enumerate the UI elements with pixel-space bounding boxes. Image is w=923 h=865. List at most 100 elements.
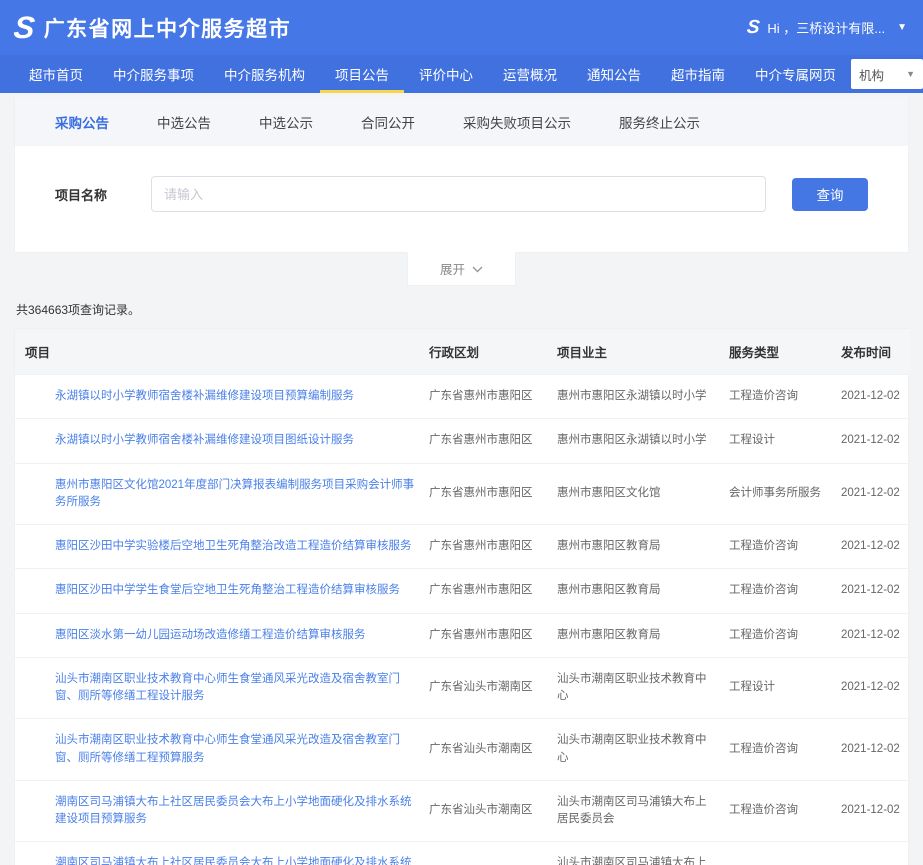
region-cell: 广东省汕头市潮南区 <box>419 719 547 781</box>
page: S 广东省网上中介服务超市 S Hi ，三桥设计有限... ▼ 超市首页 中介服… <box>0 0 923 865</box>
query-button[interactable]: 查询 <box>792 178 868 211</box>
project-link[interactable]: 永湖镇以时小学教师宿舍楼补漏维修建设项目图纸设计服务 <box>55 434 354 446</box>
project-link[interactable]: 潮南区司马浦镇大布上社区居民委员会大布上小学地面硬化及排水系统建设项目预算服务 <box>55 796 412 825</box>
nav-item[interactable]: 超市首页 <box>14 55 98 93</box>
header: S 广东省网上中介服务超市 S Hi ，三桥设计有限... ▼ <box>0 0 923 55</box>
tab-strip: 采购公告 中选公告 中选公示 合同公开 采购失败项目公示 <box>15 97 908 146</box>
main-nav: 超市首页 中介服务事项 中介服务机构 项目公告 评价中心 <box>0 55 923 93</box>
service-type-cell: 工程造价咨询 <box>719 569 831 613</box>
project-cell: 潮南区司马浦镇大布上社区居民委员会大布上小学地面硬化及排水系统建设项目施工图纸设… <box>15 842 419 865</box>
publish-date-cell: 2021-12-02 <box>831 780 910 842</box>
table-row: 惠州市惠阳区文化馆2021年度部门决算报表编制服务项目采购会计师事务所服务 广东… <box>15 463 910 525</box>
nav-item[interactable]: 项目公告 <box>320 55 404 93</box>
owner-cell: 惠州市惠阳区永湖镇以时小学 <box>547 375 719 419</box>
owner-cell: 惠州市惠阳区永湖镇以时小学 <box>547 419 719 463</box>
nav-item-label: 超市指南 <box>671 64 725 84</box>
tab-label: 服务终止公示 <box>619 116 700 131</box>
owner-cell: 惠州市惠阳区教育局 <box>547 569 719 613</box>
tab-label: 中选公告 <box>157 116 211 131</box>
project-link[interactable]: 惠阳区沙田中学学生食堂后空地卫生死角整治工程造价结算审核服务 <box>55 584 400 596</box>
project-link[interactable]: 潮南区司马浦镇大布上社区居民委员会大布上小学地面硬化及排水系统建设项目施工图纸设… <box>55 857 412 865</box>
project-link[interactable]: 汕头市潮南区职业技术教育中心师生食堂通风采光改造及宿舍教室门窗、厕所等修缮工程设… <box>55 673 400 702</box>
header-search: 机构 ▼ <box>851 55 923 93</box>
tab[interactable]: 中选公告 <box>133 97 235 146</box>
owner-cell: 惠州市惠阳区教育局 <box>547 525 719 569</box>
project-link[interactable]: 惠阳区沙田中学实验楼后空地卫生死角整治改造工程造价结算审核服务 <box>55 540 412 552</box>
owner-cell: 惠州市惠阳区文化馆 <box>547 463 719 525</box>
table-row: 潮南区司马浦镇大布上社区居民委员会大布上小学地面硬化及排水系统建设项目预算服务 … <box>15 780 910 842</box>
tab[interactable]: 采购失败项目公示 <box>439 97 595 146</box>
search-category-value: 机构 <box>859 65 884 84</box>
region-cell: 广东省汕头市潮南区 <box>419 657 547 719</box>
nav-item-label: 中介服务机构 <box>224 64 305 84</box>
search-category-select[interactable]: 机构 ▼ <box>851 59 923 89</box>
site-title: 广东省网上中介服务超市 <box>44 13 292 43</box>
nav-item[interactable]: 运营概况 <box>488 55 572 93</box>
user-name: Hi ，三桥设计有限... <box>767 18 885 37</box>
filter-panel: 采购公告 中选公告 中选公示 合同公开 采购失败项目公示 <box>14 97 909 253</box>
project-cell: 永湖镇以时小学教师宿舍楼补漏维修建设项目图纸设计服务 <box>15 419 419 463</box>
user-logo-icon: S <box>746 18 761 37</box>
owner-cell: 汕头市潮南区职业技术教育中心 <box>547 657 719 719</box>
project-link[interactable]: 汕头市潮南区职业技术教育中心师生食堂通风采光改造及宿舍教室门窗、厕所等修缮工程预… <box>55 734 400 763</box>
tab[interactable]: 服务终止公示 <box>595 97 724 146</box>
owner-cell: 汕头市潮南区司马浦镇大布上居民委员会 <box>547 842 719 865</box>
region-cell: 广东省惠州市惠阳区 <box>419 569 547 613</box>
service-type-cell: 工程造价咨询 <box>719 719 831 781</box>
region-cell: 广东省惠州市惠阳区 <box>419 375 547 419</box>
expand-button[interactable]: 展开 <box>407 252 516 286</box>
results-table: 项目行政区划项目业主服务类型发布时间 永湖镇以时小学教师宿舍楼补漏维修建设项目预… <box>15 329 910 865</box>
project-cell: 永湖镇以时小学教师宿舍楼补漏维修建设项目预算编制服务 <box>15 375 419 419</box>
caret-down-icon: ▼ <box>897 22 907 33</box>
tab[interactable]: 中选公示 <box>235 97 337 146</box>
publish-date-cell: 2021-12-02 <box>831 719 910 781</box>
nav-item[interactable]: 中介服务机构 <box>209 55 320 93</box>
table-row: 永湖镇以时小学教师宿舍楼补漏维修建设项目图纸设计服务 广东省惠州市惠阳区 惠州市… <box>15 419 910 463</box>
publish-date-cell: 2021-12-02 <box>831 569 910 613</box>
project-link[interactable]: 惠阳区淡水第一幼儿园运动场改造修缮工程造价结算审核服务 <box>55 629 366 641</box>
tab-label: 合同公开 <box>361 116 415 131</box>
column-header: 项目 <box>15 329 419 375</box>
nav-list: 超市首页 中介服务事项 中介服务机构 项目公告 评价中心 <box>14 55 851 93</box>
project-name-input[interactable] <box>151 176 766 212</box>
nav-item-label: 超市首页 <box>29 64 83 84</box>
service-type-cell: 工程造价咨询 <box>719 375 831 419</box>
nav-item[interactable]: 通知公告 <box>572 55 656 93</box>
project-name-label: 项目名称 <box>55 185 121 204</box>
publish-date-cell: 2021-12-02 <box>831 375 910 419</box>
filter-row: 项目名称 查询 <box>15 146 908 252</box>
results-table-panel: 项目行政区划项目业主服务类型发布时间 永湖镇以时小学教师宿舍楼补漏维修建设项目预… <box>14 328 909 865</box>
project-link[interactable]: 永湖镇以时小学教师宿舍楼补漏维修建设项目预算编制服务 <box>55 390 354 402</box>
nav-item[interactable]: 中介服务事项 <box>98 55 209 93</box>
column-header: 行政区划 <box>419 329 547 375</box>
project-link[interactable]: 惠州市惠阳区文化馆2021年度部门决算报表编制服务项目采购会计师事务所服务 <box>55 479 414 508</box>
nav-item[interactable]: 评价中心 <box>404 55 488 93</box>
project-cell: 惠阳区淡水第一幼儿园运动场改造修缮工程造价结算审核服务 <box>15 613 419 657</box>
project-cell: 汕头市潮南区职业技术教育中心师生食堂通风采光改造及宿舍教室门窗、厕所等修缮工程设… <box>15 657 419 719</box>
project-cell: 潮南区司马浦镇大布上社区居民委员会大布上小学地面硬化及排水系统建设项目预算服务 <box>15 780 419 842</box>
service-type-cell: 工程造价咨询 <box>719 613 831 657</box>
publish-date-cell: 2021-12-02 <box>831 525 910 569</box>
region-cell: 广东省惠州市惠阳区 <box>419 613 547 657</box>
main-content: 采购公告 中选公告 中选公示 合同公开 采购失败项目公示 <box>14 97 909 865</box>
publish-date-cell: 2021-12-02 <box>831 657 910 719</box>
service-type-cell: 工程设计 <box>719 842 831 865</box>
service-type-cell: 工程造价咨询 <box>719 525 831 569</box>
service-type-cell: 会计师事务所服务 <box>719 463 831 525</box>
owner-cell: 汕头市潮南区司马浦镇大布上居民委员会 <box>547 780 719 842</box>
service-type-cell: 工程设计 <box>719 419 831 463</box>
result-count: 共364663项查询记录。 <box>16 301 909 318</box>
tab-label: 中选公示 <box>259 116 313 131</box>
user-menu[interactable]: S Hi ，三桥设计有限... ▼ <box>747 18 907 37</box>
table-row: 潮南区司马浦镇大布上社区居民委员会大布上小学地面硬化及排水系统建设项目施工图纸设… <box>15 842 910 865</box>
nav-item[interactable]: 中介专属网页 <box>740 55 851 93</box>
expand-row: 展开 <box>14 252 909 286</box>
region-cell: 广东省汕头市潮南区 <box>419 842 547 865</box>
nav-item[interactable]: 超市指南 <box>656 55 740 93</box>
tab[interactable]: 合同公开 <box>337 97 439 146</box>
table-row: 惠阳区淡水第一幼儿园运动场改造修缮工程造价结算审核服务 广东省惠州市惠阳区 惠州… <box>15 613 910 657</box>
nav-item-label: 中介专属网页 <box>755 64 836 84</box>
tab[interactable]: 采购公告 <box>31 97 133 146</box>
publish-date-cell: 2021-12-02 <box>831 419 910 463</box>
nav-item-label: 中介服务事项 <box>113 64 194 84</box>
